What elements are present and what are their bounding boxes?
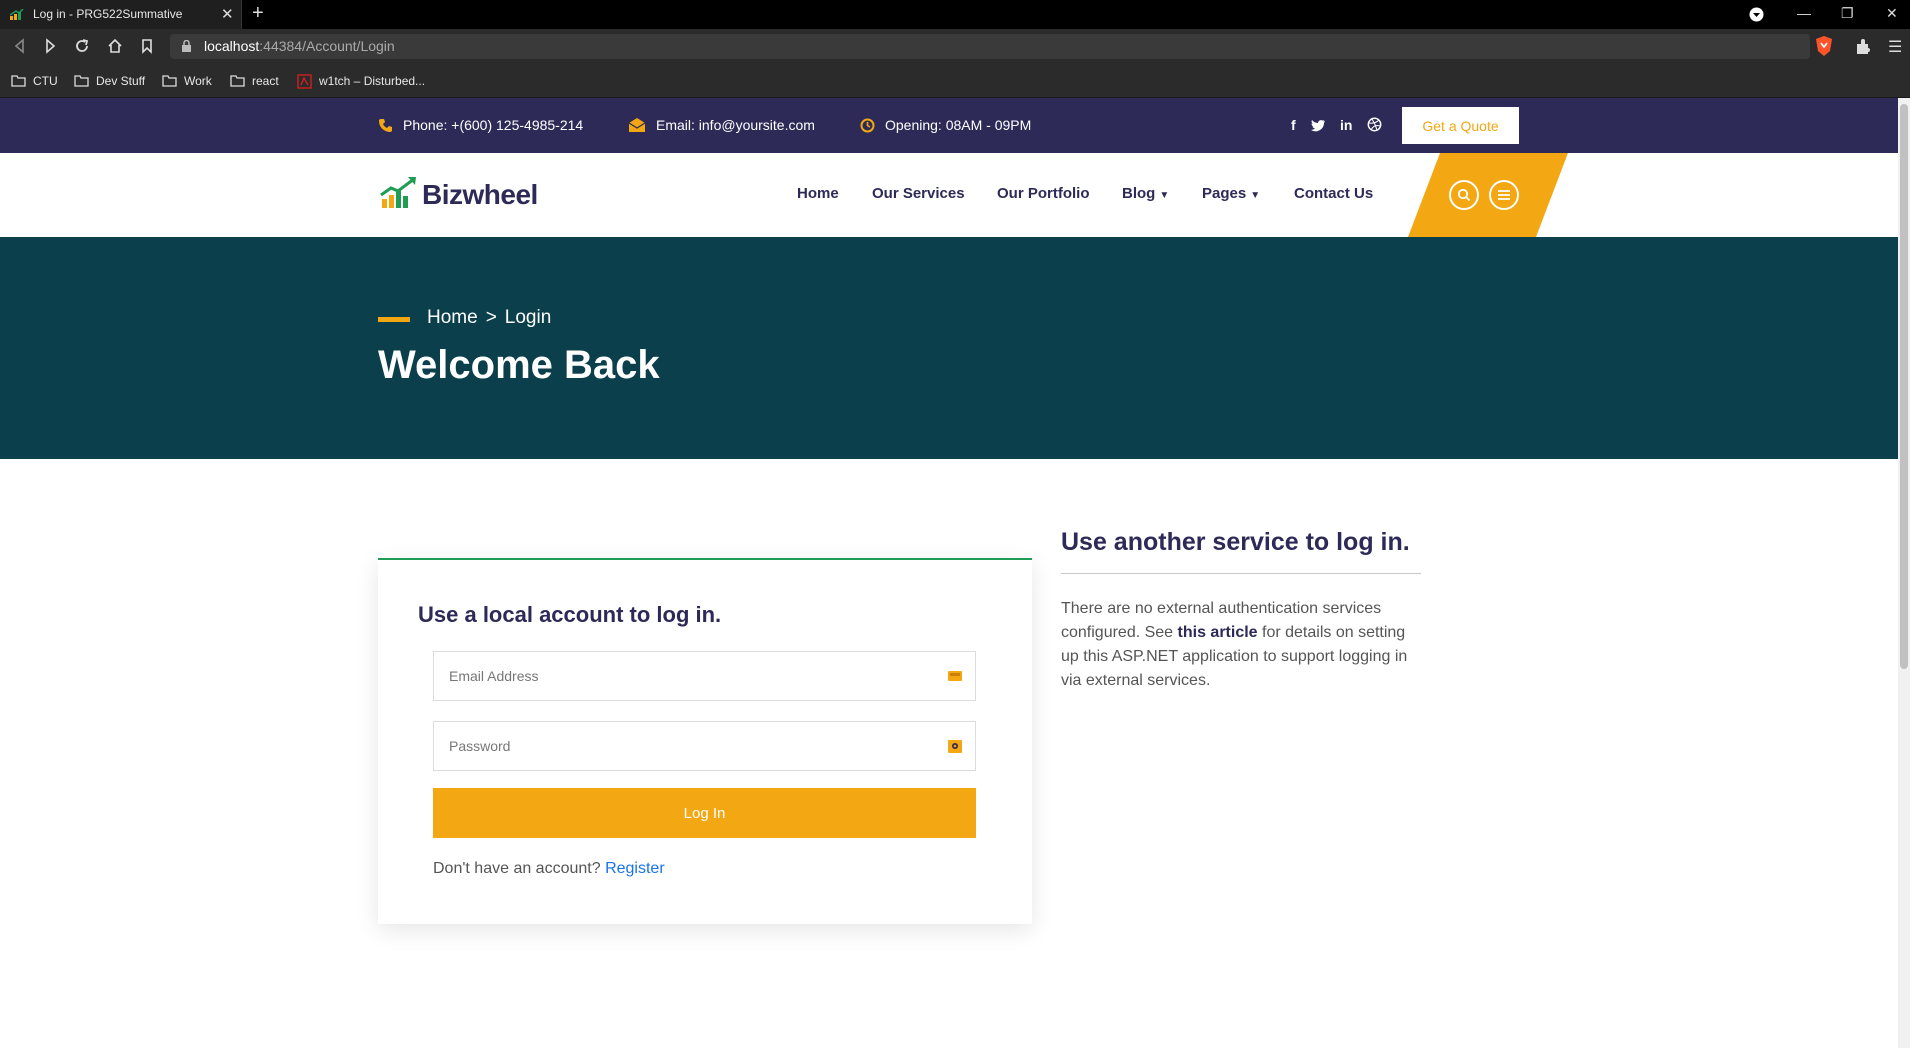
bookmark-witch-disturbed[interactable]: w1tch – Disturbed... xyxy=(297,72,425,90)
logo-chart-icon xyxy=(380,177,416,208)
external-login-title: Use another service to log in. xyxy=(1061,528,1410,556)
register-line: Don't have an account? Register xyxy=(433,860,665,877)
forward-icon[interactable] xyxy=(41,37,59,55)
hero-accent-dash xyxy=(378,317,410,322)
email-info: Email: info@yoursite.com xyxy=(628,117,815,133)
folder-icon xyxy=(74,75,89,87)
email-input[interactable] xyxy=(434,652,975,700)
email-field xyxy=(433,651,976,701)
bookmark-folder-dev-stuff[interactable]: Dev Stuff xyxy=(74,72,145,90)
logo-text[interactable]: Bizwheel xyxy=(422,179,538,211)
phone-icon xyxy=(379,118,392,132)
brave-shield-icon[interactable] xyxy=(1815,35,1833,57)
folder-icon xyxy=(230,75,245,87)
login-card-title: Use a local account to log in. xyxy=(418,602,722,627)
tab-title: Log in - PRG522Summative xyxy=(33,7,183,21)
page-title: Welcome Back xyxy=(378,343,660,387)
dribbble-icon[interactable] xyxy=(1367,117,1382,132)
login-card: Use a local account to log in. Log In Do… xyxy=(378,558,1032,924)
bookmarks-bar: CTU Dev Stuff Work react w1tch – Disturb… xyxy=(0,64,1910,98)
divider xyxy=(1061,573,1421,574)
browser-menu-icon[interactable]: ☰ xyxy=(1888,37,1902,57)
tab-close-icon[interactable]: ✕ xyxy=(221,5,234,23)
lock-field-icon xyxy=(948,740,962,753)
linkedin-icon[interactable]: in xyxy=(1340,117,1352,133)
window-close-icon[interactable]: ✕ xyxy=(1886,5,1898,22)
password-input[interactable] xyxy=(434,722,975,770)
url-text: localhost:44384/Account/Login xyxy=(204,38,395,54)
article-link[interactable]: this article xyxy=(1178,624,1258,641)
clock-icon xyxy=(860,118,875,132)
chevron-down-icon: ▼ xyxy=(1159,190,1170,201)
breadcrumb-home[interactable]: Home xyxy=(427,307,478,328)
url-field[interactable]: localhost:44384/Account/Login xyxy=(170,34,1810,59)
scrollbar-thumb[interactable] xyxy=(1900,104,1908,669)
folder-icon xyxy=(11,75,26,87)
reload-icon[interactable] xyxy=(73,37,91,55)
login-button[interactable]: Log In xyxy=(433,788,976,838)
side-menu-button[interactable] xyxy=(1489,180,1519,210)
bookmark-folder-ctu[interactable]: CTU xyxy=(11,72,58,90)
music-site-icon xyxy=(297,73,312,89)
folder-icon xyxy=(162,75,177,87)
key-icon xyxy=(948,671,962,681)
restore-icon[interactable]: ❐ xyxy=(1841,5,1854,22)
chevron-down-icon: ▼ xyxy=(1250,190,1261,201)
register-link[interactable]: Register xyxy=(605,860,665,877)
nav-our-portfolio[interactable]: Our Portfolio xyxy=(997,185,1090,202)
breadcrumb: Home > Login xyxy=(427,307,551,329)
browser-tab-active[interactable]: Log in - PRG522Summative ✕ xyxy=(0,0,242,29)
facebook-icon[interactable]: f xyxy=(1291,117,1296,133)
page-hero: Home > Login Welcome Back xyxy=(0,237,1898,459)
menu-icon xyxy=(1498,190,1510,200)
twitter-icon[interactable] xyxy=(1311,119,1326,132)
contact-top-bar: Phone: +(600) 125-4985-214 Email: info@y… xyxy=(0,98,1898,153)
extensions-icon[interactable] xyxy=(1854,38,1871,55)
page-scrollbar[interactable] xyxy=(1898,98,1910,1048)
nav-home[interactable]: Home xyxy=(797,185,839,202)
navbar-accent-shape xyxy=(1408,153,1568,237)
profile-dropdown-icon[interactable] xyxy=(1749,7,1764,22)
nav-contact-us[interactable]: Contact Us xyxy=(1294,185,1373,202)
breadcrumb-separator: > xyxy=(485,307,497,328)
browser-tab-bar: Log in - PRG522Summative ✕ + — ❐ ✕ xyxy=(0,0,1910,29)
back-icon[interactable] xyxy=(11,37,29,55)
favicon-icon xyxy=(10,9,24,20)
browser-address-bar: localhost:44384/Account/Login ☰ xyxy=(0,29,1910,64)
minimize-icon[interactable]: — xyxy=(1797,5,1811,21)
bookmark-folder-work[interactable]: Work xyxy=(162,72,212,90)
opening-hours: Opening: 08AM - 09PM xyxy=(860,117,1031,133)
bookmark-folder-react[interactable]: react xyxy=(230,72,279,90)
breadcrumb-current: Login xyxy=(504,307,552,328)
main-navbar: Bizwheel Home Our Services Our Portfolio… xyxy=(0,153,1898,237)
lock-icon xyxy=(182,40,191,52)
nav-our-services[interactable]: Our Services xyxy=(872,185,965,202)
nav-blog[interactable]: Blog ▼ xyxy=(1122,185,1169,202)
email-icon xyxy=(628,117,646,132)
home-icon[interactable] xyxy=(106,37,124,55)
get-a-quote-button[interactable]: Get a Quote xyxy=(1402,107,1519,144)
password-field xyxy=(433,721,976,771)
bookmark-icon[interactable] xyxy=(138,37,156,55)
web-page: Phone: +(600) 125-4985-214 Email: info@y… xyxy=(0,98,1898,1048)
external-login-text: There are no external authentication ser… xyxy=(1061,600,1408,689)
phone-info: Phone: +(600) 125-4985-214 xyxy=(378,117,583,133)
nav-pages[interactable]: Pages ▼ xyxy=(1202,185,1260,202)
new-tab-icon[interactable]: + xyxy=(252,2,264,25)
search-button[interactable] xyxy=(1449,180,1479,210)
search-icon xyxy=(1457,188,1471,202)
